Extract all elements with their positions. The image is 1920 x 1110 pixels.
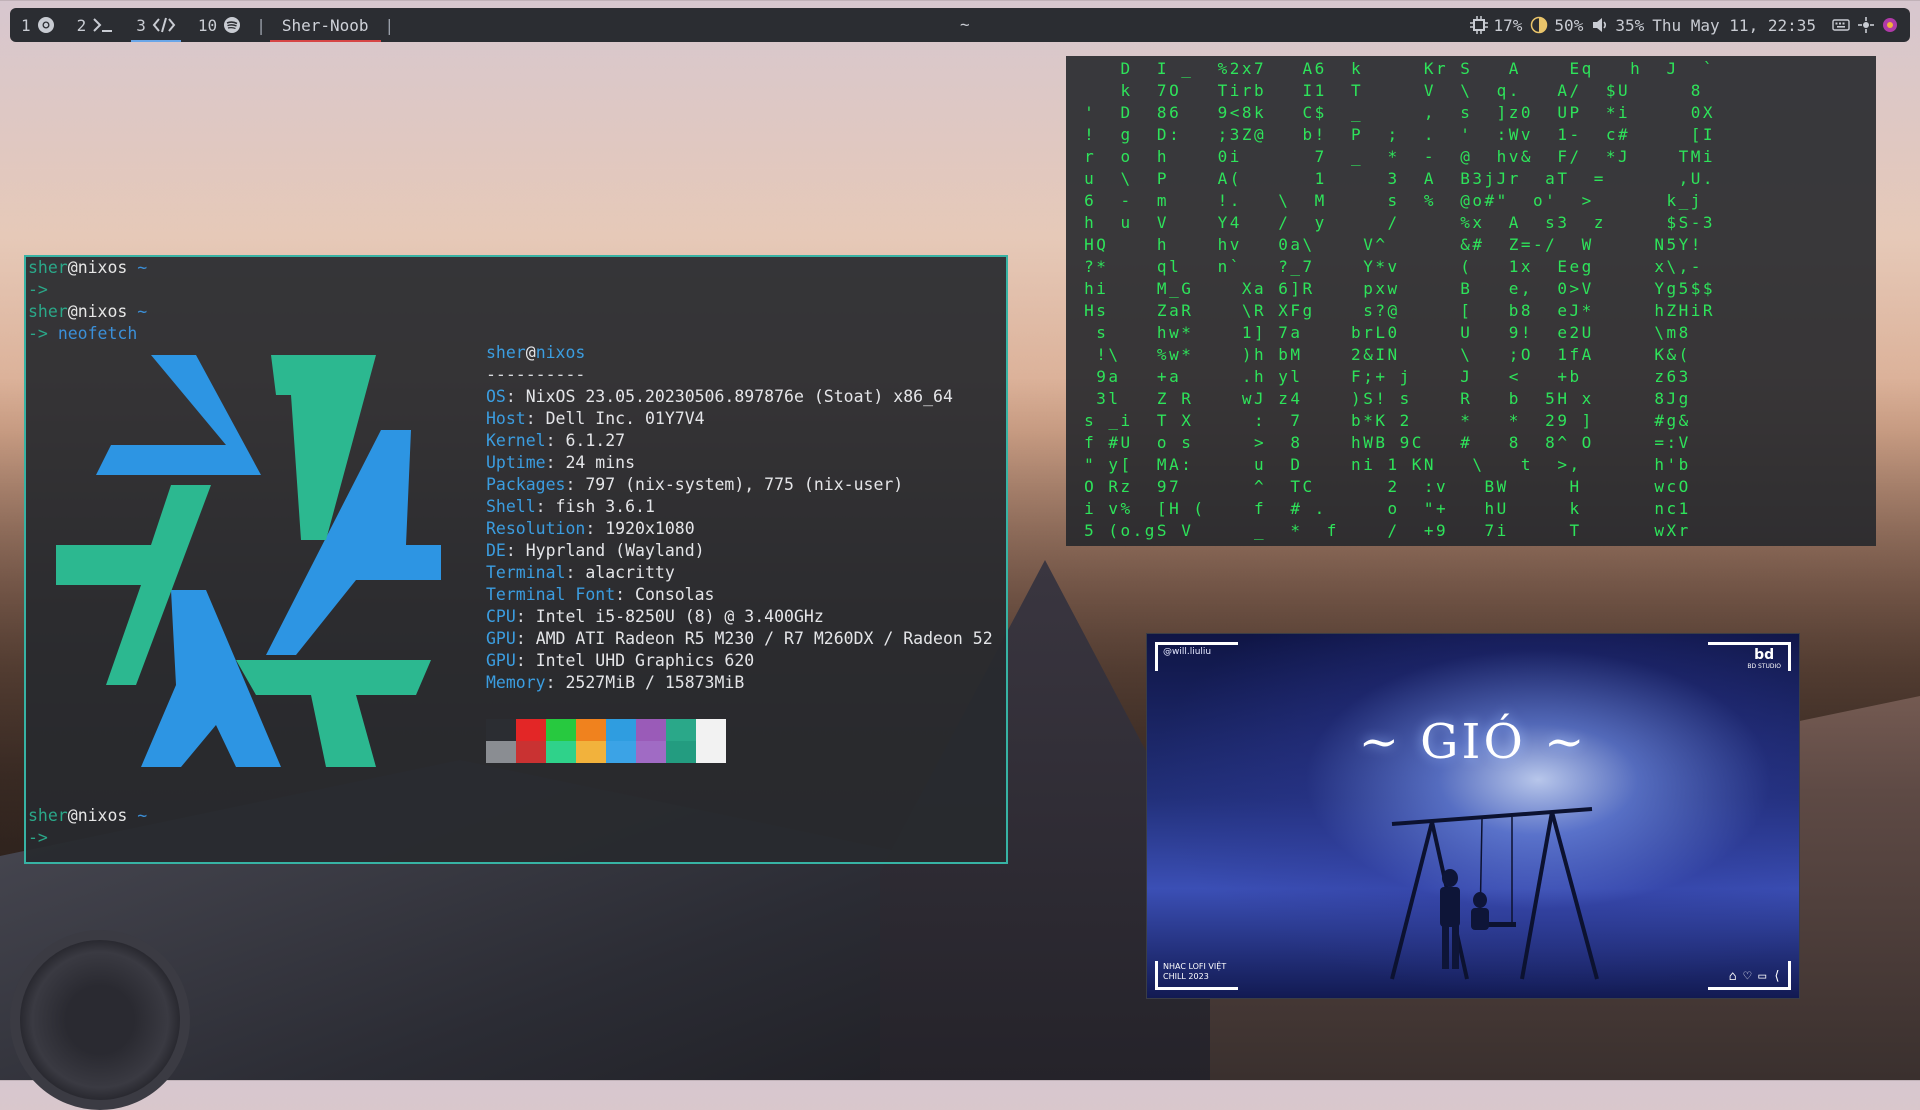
- color-swatch: [576, 741, 606, 763]
- info-row: Host: Dell Inc. 01Y7V4: [486, 409, 705, 428]
- color-swatch: [576, 719, 606, 741]
- nixos-logo: [56, 355, 441, 767]
- info-row: Shell: fish 3.6.1: [486, 497, 655, 516]
- color-swatch: [606, 719, 636, 741]
- clock[interactable]: Thu May 11, 22:35: [1652, 16, 1816, 35]
- app-tray-icon[interactable]: [1882, 17, 1898, 33]
- info-separator: ----------: [486, 365, 586, 384]
- prompt-arrow[interactable]: ->: [28, 827, 147, 849]
- heart-icon[interactable]: ♡: [1744, 969, 1752, 984]
- terminal-current-prompt: sher@nixos ~ ->: [28, 805, 147, 849]
- chromium-icon: [37, 17, 54, 33]
- keyboard-icon[interactable]: [1832, 18, 1850, 32]
- info-row: DE: Hyprland (Wayland): [486, 541, 705, 560]
- channel-handle: @will.liuliu: [1163, 647, 1212, 657]
- studio-logo: bd BD STUDIO: [1747, 647, 1781, 670]
- network-icon[interactable]: [1858, 17, 1874, 33]
- cmatrix-window[interactable]: D I _ %2x7 A6 k Kr S A Eq h J ` k 7O Tir…: [1066, 56, 1876, 546]
- code-icon: [152, 17, 176, 33]
- info-row: Packages: 797 (nix-system), 775 (nix-use…: [486, 475, 904, 494]
- prompt-line: sher@nixos ~: [28, 258, 148, 277]
- color-swatch: [546, 741, 576, 763]
- prompt-arrow: ->: [28, 280, 48, 299]
- info-row: Terminal Font: Consolas: [486, 585, 715, 604]
- info-row: Memory: 2527MiB / 15873MiB: [486, 673, 745, 692]
- video-player[interactable]: @will.liuliu bd BD STUDIO ~ GIÓ ~ NHAC LO…: [1146, 633, 1800, 999]
- info-row: Resolution: 1920x1080: [486, 519, 695, 538]
- workspace-10[interactable]: 10: [187, 8, 252, 42]
- workspace-1[interactable]: 1: [10, 8, 66, 42]
- color-swatch: [696, 741, 726, 763]
- color-swatch: [666, 741, 696, 763]
- video-footer: NHAC LOFI VIỆT CHILL 2023: [1163, 962, 1227, 981]
- color-swatch: [636, 741, 666, 763]
- color-swatch: [666, 719, 696, 741]
- top-bar: 1 2 3 10 | Sher-Noob | ~ 17% 50% 35% Thu…: [10, 8, 1910, 42]
- info-row: GPU: Intel UHD Graphics 620: [486, 651, 755, 670]
- bar-separator: |: [384, 15, 395, 35]
- wallpaper-rose-window: [10, 930, 190, 1110]
- comment-icon[interactable]: ▭: [1758, 969, 1766, 984]
- status-area: 17% 50% 35% Thu May 11, 22:35: [1469, 8, 1898, 42]
- bar-separator: |: [256, 15, 266, 35]
- workspace-3[interactable]: 3: [125, 8, 187, 42]
- speaker-icon: [1593, 18, 1607, 32]
- brightness-indicator[interactable]: 50%: [1530, 16, 1583, 35]
- brightness-icon: [1531, 16, 1548, 34]
- terminal-icon: [93, 18, 113, 32]
- color-swatch: [546, 719, 576, 741]
- volume-indicator[interactable]: 35%: [1591, 16, 1644, 35]
- terminal-window[interactable]: sher@nixos ~ -> sher@nixos ~ -> neofetch…: [24, 255, 1008, 864]
- terminal-prompts: sher@nixos ~ -> sher@nixos ~ -> neofetch: [28, 257, 147, 345]
- spotify-icon: [224, 17, 241, 33]
- info-row: OS: NixOS 23.05.20230506.897876e (Stoat)…: [486, 387, 953, 406]
- color-swatch: [516, 719, 546, 741]
- video-title: ~ GIÓ ~: [1358, 714, 1588, 770]
- share-icon[interactable]: ⟨: [1773, 969, 1781, 984]
- info-row: Kernel: 6.1.27: [486, 431, 626, 450]
- cpu-indicator[interactable]: 17%: [1469, 16, 1522, 35]
- prompt-line: sher@nixos ~: [28, 302, 148, 321]
- info-row: CPU: Intel i5-8250U (8) @ 3.400GHz: [486, 607, 824, 626]
- workspace-2[interactable]: 2: [66, 8, 126, 42]
- cpu-icon: [1469, 16, 1488, 34]
- color-swatch: [636, 719, 666, 741]
- color-swatch: [486, 741, 516, 763]
- info-header: sher@nixos: [486, 343, 586, 362]
- info-row: GPU: AMD ATI Radeon R5 M230 / R7 M260DX …: [486, 629, 993, 648]
- center-title: ~: [960, 15, 970, 34]
- swing-illustration: [1390, 807, 1599, 980]
- matrix-rain: D I _ %2x7 A6 k Kr S A Eq h J ` k 7O Tir…: [1084, 59, 1716, 540]
- color-swatch: [486, 719, 516, 741]
- color-swatch: [516, 741, 546, 763]
- video-actions: ⌂ ♡ ▭ ⟨: [1729, 969, 1781, 984]
- color-swatch: [606, 741, 636, 763]
- color-swatch: [696, 719, 726, 741]
- active-window-title: Sher-Noob: [269, 8, 381, 42]
- prompt-line: sher@nixos ~: [28, 806, 148, 825]
- neofetch-info: sher@nixos ---------- OS: NixOS 23.05.20…: [486, 342, 993, 694]
- system-tray: [1832, 17, 1898, 33]
- info-row: Terminal: alacritty: [486, 563, 675, 582]
- color-palette: [486, 719, 726, 763]
- command-line: -> neofetch: [28, 324, 138, 343]
- home-icon[interactable]: ⌂: [1729, 969, 1737, 984]
- info-row: Uptime: 24 mins: [486, 453, 636, 472]
